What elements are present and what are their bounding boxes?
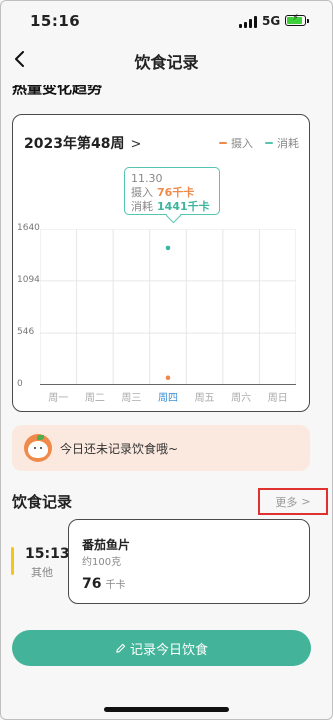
food-name: 番茄鱼片 [82,538,131,552]
more-label: 更多 [275,495,298,509]
tooltip-intake-value: 76千卡 [157,186,195,199]
tooltip-burn-value: 1441千卡 [157,200,210,213]
screen: 15:16 5G ⚡ 饮食记录 热量变化趋势 2023年第48周 > 摄入 消耗… [0,0,333,720]
x-tick-label[interactable]: 周二 [80,389,110,404]
legend-burn-swatch [265,142,273,144]
x-tick-label[interactable]: 周一 [43,389,73,404]
week-selector[interactable]: 2023年第48周 > [24,133,141,153]
signal-icon [239,16,257,28]
nav-bar: 饮食记录 [0,40,333,80]
y-tick-label: 0 [17,379,23,389]
week-label: 2023年第48周 [24,136,125,152]
y-tick-label: 1094 [17,274,40,285]
tooltip-intake-label: 摄入 [131,186,153,199]
calorie-chart-card: 2023年第48周 > 摄入 消耗 11.30 摄入 76千卡 消耗 1441千卡 0… [12,114,310,412]
battery-cap [307,19,309,23]
x-tick-label[interactable]: 周日 [263,389,293,404]
chart-plot-area[interactable] [40,229,296,385]
legend-intake-swatch [219,142,227,144]
pencil-icon [116,643,126,653]
tooltip-date: 11.30 [131,172,163,185]
record-today-label: 记录今日饮食 [129,642,208,658]
status-bar: 15:16 5G ⚡ [0,0,333,40]
tooltip-burn-row: 消耗 1441千卡 [131,200,213,214]
record-time-marker [11,547,14,575]
food-calories-value: 76 [82,576,102,592]
x-tick-label[interactable]: 周三 [116,389,146,404]
legend-intake-label: 摄入 [231,137,253,150]
trend-section-title-text: 热量变化趋势 [12,85,103,97]
record-today-button[interactable]: 记录今日饮食 [12,630,311,666]
y-tick-label: 546 [17,327,35,338]
status-time: 15:16 [30,12,81,30]
record-card[interactable]: 番茄鱼片 约100克 76 千卡 [68,519,310,604]
legend-burn: 消耗 [265,135,299,151]
network-label: 5G [262,14,281,28]
mascot-icon [24,434,52,462]
chevron-right-icon: > [130,137,142,152]
y-tick-label: 1640 [17,223,40,233]
trend-section-title: 热量变化趋势 [12,85,102,99]
food-quantity: 约100克 [82,557,122,568]
battery-icon: ⚡ [285,13,306,26]
no-record-notice: 今日还未记录饮食哦~ [12,425,310,471]
x-tick-label[interactable]: 周五 [190,389,220,404]
more-button[interactable]: 更多 > [258,488,328,515]
food-calories: 76 千卡 [82,576,125,592]
legend-intake: 摄入 [219,135,253,151]
legend-burn-label: 消耗 [277,137,299,150]
tooltip-burn-label: 消耗 [131,200,153,213]
x-tick-label[interactable]: 周四 [153,389,183,404]
data-point-intake[interactable] [165,375,171,381]
record-meal-type: 其他 [31,566,53,579]
records-section-title: 饮食记录 [12,493,73,511]
chevron-right-icon: > [301,495,311,508]
x-tick-label[interactable]: 周六 [226,389,256,404]
page-title: 饮食记录 [134,53,199,72]
data-point-burn[interactable] [165,245,171,251]
chart-tooltip: 11.30 摄入 76千卡 消耗 1441千卡 [124,167,220,215]
tooltip-intake-row: 摄入 76千卡 [131,186,213,200]
chart-legend: 摄入 消耗 [219,135,299,151]
record-time: 15:13 [25,546,70,562]
food-calories-unit: 千卡 [105,580,126,591]
notice-text: 今日还未记录饮食哦~ [60,442,179,456]
home-indicator [104,707,229,712]
